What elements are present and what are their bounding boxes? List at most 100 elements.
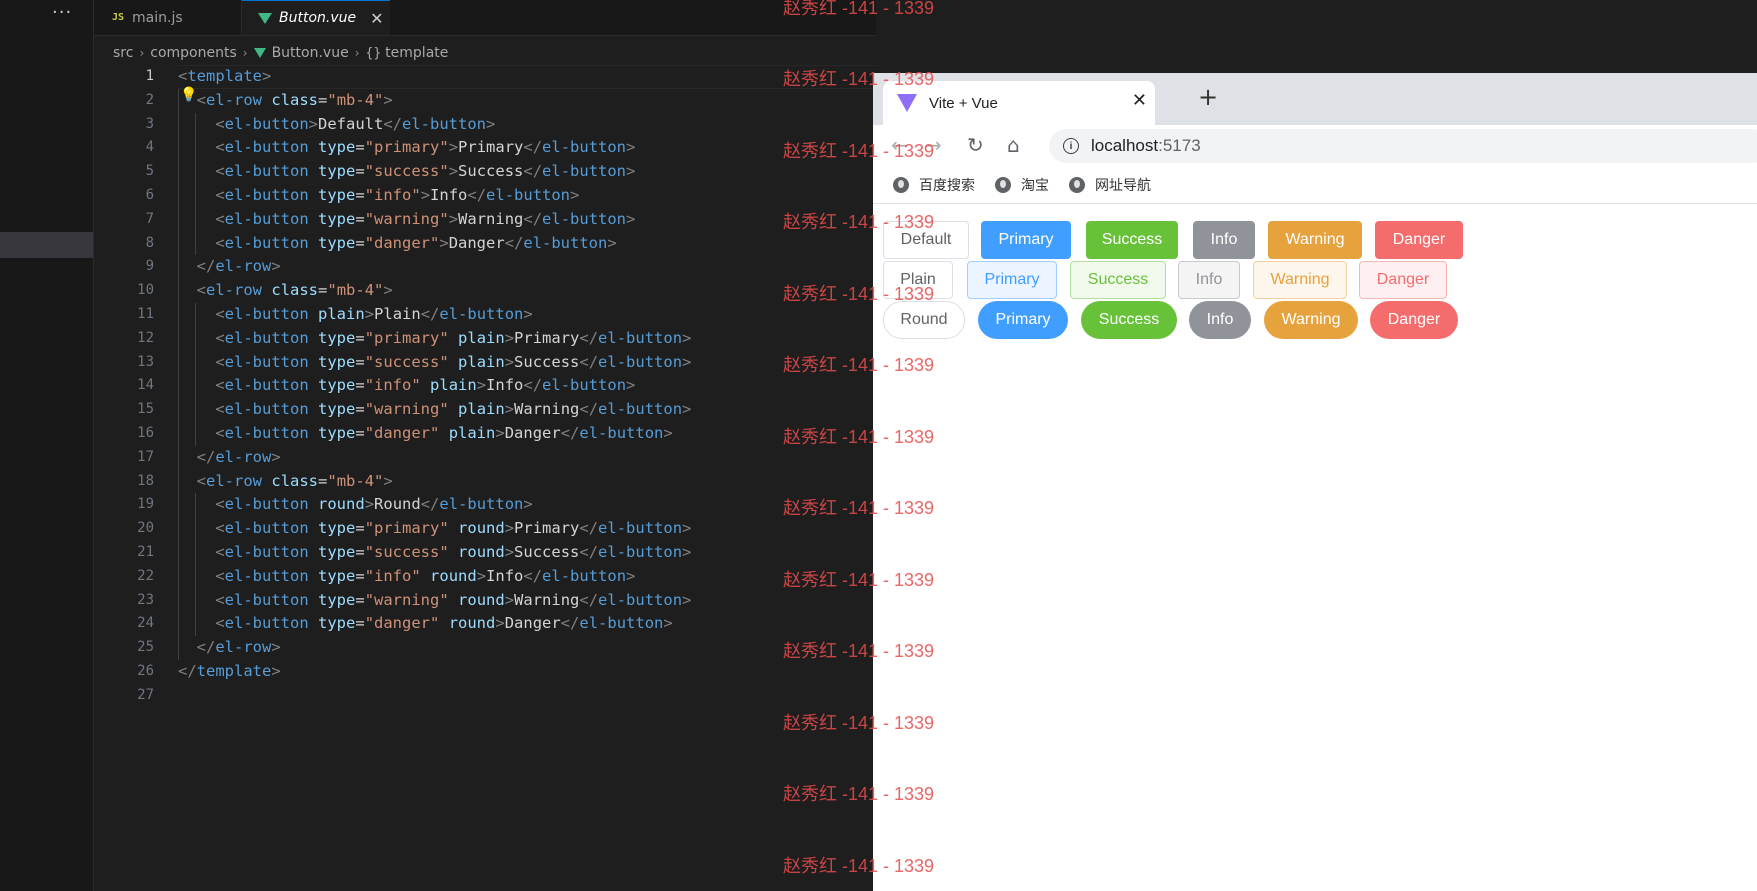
code-line[interactable]: <el-button type="info" round>Info</el-bu…: [178, 564, 878, 589]
bookmark-label: 网址导航: [1095, 178, 1151, 194]
address-bar[interactable]: i localhost:5173: [1049, 129, 1757, 163]
browser-toolbar: ← → ↻ ⌂ i localhost:5173: [873, 125, 1757, 167]
tab-button-vue[interactable]: Button.vue ✕: [242, 0, 390, 35]
code-line[interactable]: <el-button>Default</el-button>: [178, 112, 878, 137]
code-line[interactable]: <el-row class="mb-4">: [178, 469, 878, 494]
code-line[interactable]: <el-button type="primary" round>Primary<…: [178, 517, 878, 541]
line-number: 1: [145, 68, 154, 84]
breadcrumb-item-components[interactable]: components: [150, 45, 237, 61]
new-tab-button[interactable]: +: [1198, 83, 1218, 111]
line-number: 25: [137, 639, 154, 656]
home-icon[interactable]: ⌂: [1007, 133, 1020, 157]
explorer-sidebar: ···: [0, 0, 94, 891]
tab-main-js[interactable]: JS main.js: [94, 0, 242, 35]
round-success-button[interactable]: Success: [1081, 301, 1177, 339]
plain-primary-button[interactable]: Primary: [967, 261, 1057, 299]
indent-guide: [178, 183, 179, 208]
javascript-file-icon: JS: [112, 12, 125, 23]
indent-guide: [195, 588, 197, 613]
breadcrumb-item-template[interactable]: template: [385, 45, 448, 61]
bookmark-taobao[interactable]: 淘宝: [995, 175, 1049, 195]
code-line[interactable]: <el-button type="info" plain>Info</el-bu…: [178, 374, 878, 399]
line-number: 2: [145, 91, 154, 108]
indent-guide: [195, 183, 197, 208]
code-line[interactable]: <template>: [178, 65, 878, 89]
vscode-window: ··· JS main.js Button.vue ✕ src › compon…: [0, 0, 878, 891]
tab-label: Button.vue: [279, 10, 357, 26]
bookmarks-bar: 百度搜索 淘宝 网址导航: [873, 167, 1757, 204]
code-line[interactable]: <el-button type="success">Success</el-bu…: [178, 160, 878, 184]
code-lines[interactable]: <template> <el-row class="mb-4"> <el-but…: [178, 65, 878, 708]
braces-icon: {}: [365, 45, 382, 61]
plain-info-button[interactable]: Info: [1178, 261, 1240, 299]
success-button[interactable]: Success: [1086, 221, 1178, 259]
indent-guide: [195, 136, 197, 161]
code-line[interactable]: <el-button type="primary">Primary</el-bu…: [178, 136, 878, 161]
line-number: 7: [145, 210, 154, 227]
round-default-button[interactable]: Round: [883, 301, 965, 339]
bookmark-baidu[interactable]: 百度搜索: [893, 175, 975, 195]
code-line[interactable]: [178, 684, 878, 708]
close-icon[interactable]: ✕: [370, 9, 383, 28]
indent-guide: [178, 160, 179, 184]
indent-guide: [178, 326, 179, 351]
breadcrumb-item-src[interactable]: src: [113, 45, 133, 61]
code-line[interactable]: <el-row class="mb-4">: [178, 279, 878, 303]
code-line[interactable]: <el-button type="primary" plain>Primary<…: [178, 326, 878, 351]
code-line[interactable]: </template>: [178, 660, 878, 684]
line-number: 5: [145, 163, 154, 180]
code-line[interactable]: <el-button plain>Plain</el-button>: [178, 302, 878, 327]
plain-warning-button[interactable]: Warning: [1253, 261, 1347, 299]
line-number: 3: [145, 115, 154, 132]
globe-icon: [995, 177, 1011, 193]
close-icon[interactable]: ✕: [1132, 90, 1147, 111]
code-line[interactable]: <el-button type="danger" round>Danger</e…: [178, 612, 878, 637]
code-line[interactable]: </el-row>: [178, 636, 878, 660]
code-line[interactable]: <el-button type="success" round>Success<…: [178, 540, 878, 565]
indent-guide: [178, 207, 179, 232]
round-danger-button[interactable]: Danger: [1370, 301, 1458, 339]
indent-guide: [195, 612, 197, 637]
code-line[interactable]: <el-button type="warning" plain>Warning<…: [178, 398, 878, 422]
reload-icon[interactable]: ↻: [967, 133, 984, 157]
indent-guide: [178, 517, 179, 541]
line-number: 15: [137, 401, 154, 418]
line-number: 21: [137, 543, 154, 560]
line-number: 13: [137, 353, 154, 370]
indent-guide: [195, 540, 197, 565]
site-info-icon[interactable]: i: [1063, 138, 1079, 154]
danger-button[interactable]: Danger: [1375, 221, 1463, 259]
watermark-text: 赵秀红 -141 - 1339: [783, 69, 935, 89]
code-editor[interactable]: 1 2 3 4 5 6 7 8 9 10 11 12 13 14 15 16 17 18 19 20 21 22 23 24 2…: [94, 65, 878, 891]
round-warning-button[interactable]: Warning: [1264, 301, 1358, 339]
sidebar-selected-item[interactable]: [0, 232, 93, 258]
breadcrumb-item-file[interactable]: Button.vue: [272, 45, 349, 61]
primary-button[interactable]: Primary: [981, 221, 1071, 259]
vite-logo-icon: [897, 94, 917, 112]
code-line[interactable]: </el-row>: [178, 445, 878, 470]
code-line[interactable]: <el-row class="mb-4">: [178, 88, 878, 113]
line-number: 22: [137, 567, 154, 584]
round-primary-button[interactable]: Primary: [978, 301, 1068, 339]
code-line[interactable]: <el-button type="success" plain>Success<…: [178, 350, 878, 375]
bookmark-nav[interactable]: 网址导航: [1069, 175, 1151, 195]
code-line[interactable]: <el-button type="warning">Warning</el-bu…: [178, 207, 878, 232]
code-line[interactable]: </el-row>: [178, 255, 878, 280]
warning-button[interactable]: Warning: [1268, 221, 1362, 259]
code-line[interactable]: <el-button round>Round</el-button>: [178, 493, 878, 518]
plain-success-button[interactable]: Success: [1070, 261, 1166, 299]
indent-guide: [178, 469, 179, 494]
indent-guide: [195, 112, 197, 137]
round-info-button[interactable]: Info: [1189, 301, 1251, 339]
code-line[interactable]: <el-button type="danger">Danger</el-butt…: [178, 231, 878, 256]
plain-danger-button[interactable]: Danger: [1359, 261, 1447, 299]
code-line[interactable]: <el-button type="warning" round>Warning<…: [178, 588, 878, 613]
more-actions-icon[interactable]: ···: [52, 2, 72, 23]
chevron-right-icon: ›: [354, 46, 360, 60]
indent-guide: [178, 350, 179, 375]
code-line[interactable]: <el-button type="danger" plain>Danger</e…: [178, 421, 878, 446]
indent-guide: [178, 421, 179, 446]
url-host: localhost: [1091, 136, 1159, 155]
code-line[interactable]: <el-button type="info">Info</el-button>: [178, 183, 878, 208]
info-button[interactable]: Info: [1193, 221, 1255, 259]
